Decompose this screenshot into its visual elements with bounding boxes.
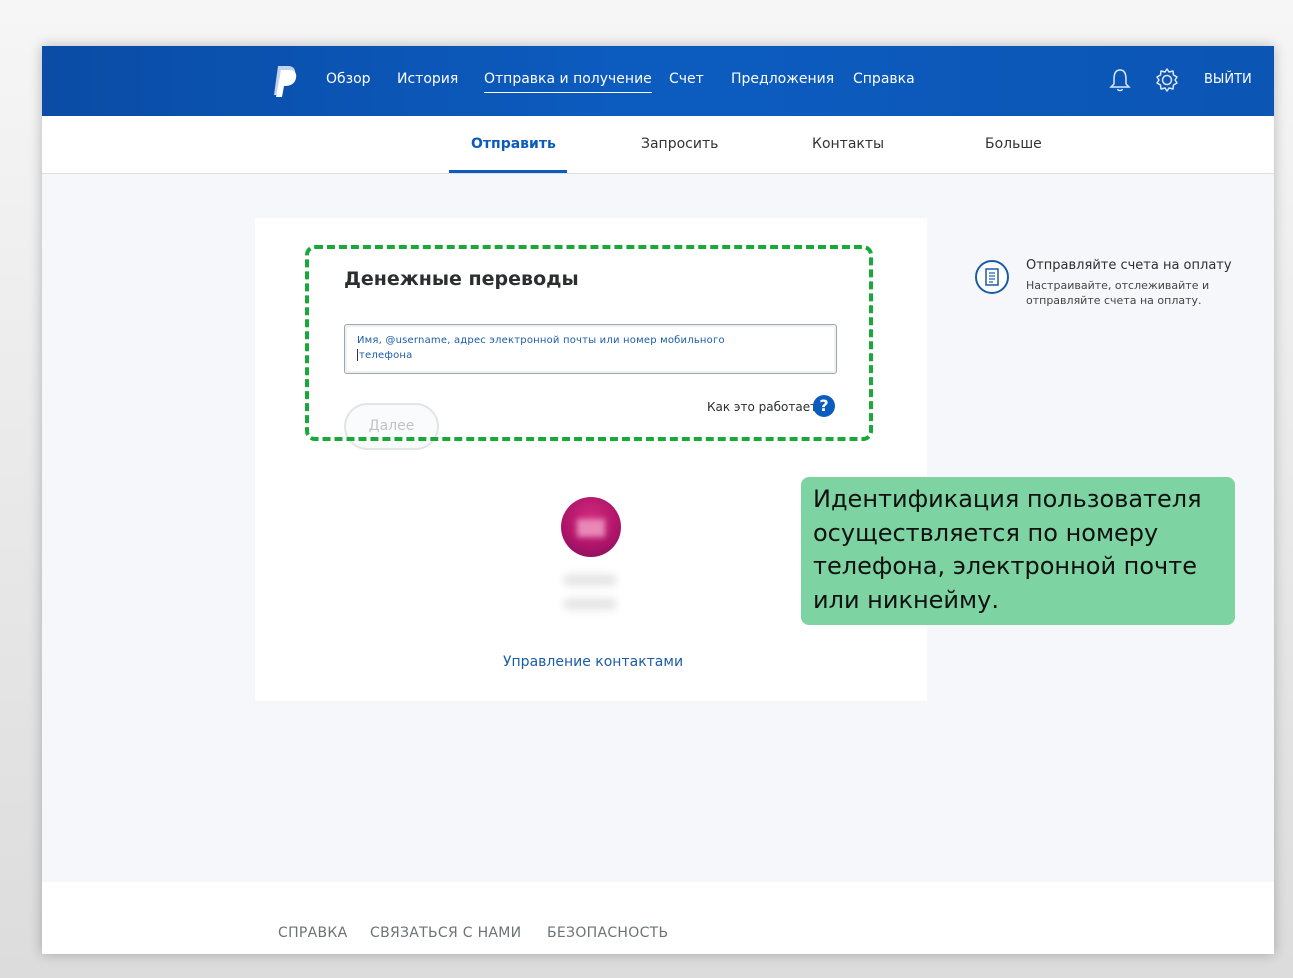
tab-request[interactable]: Запросить xyxy=(641,136,718,152)
paypal-page: Обзор История Отправка и получение Счет … xyxy=(42,46,1274,954)
avatar-blurred-initials xyxy=(577,519,605,537)
nav-item-history[interactable]: История xyxy=(397,71,458,87)
annotation-callout: Идентификация пользователя осуществляетс… xyxy=(801,477,1235,625)
invoice-promo-description: Настраивайте, отслеживайте и отправляйте… xyxy=(1026,279,1210,307)
paypal-logo[interactable] xyxy=(272,64,298,98)
logout-link[interactable]: ВЫЙТИ xyxy=(1204,72,1252,87)
tab-more[interactable]: Больше xyxy=(985,136,1042,152)
contact-name-blurred xyxy=(563,574,617,586)
sub-navigation-bar: Отправить Запросить Контакты Больше xyxy=(42,116,1274,174)
manage-contacts-link[interactable]: Управление контактами xyxy=(503,654,683,670)
bell-icon[interactable] xyxy=(1107,67,1133,93)
nav-item-overview[interactable]: Обзор xyxy=(326,71,371,87)
footer-link-security[interactable]: БЕЗОПАСНОСТЬ xyxy=(547,925,668,941)
invoice-promo-title: Отправляйте счета на оплату xyxy=(1026,258,1232,273)
tab-contacts[interactable]: Контакты xyxy=(812,136,884,152)
nav-item-send-receive[interactable]: Отправка и получение xyxy=(484,71,652,93)
invoice-icon xyxy=(975,260,1009,294)
footer-link-help[interactable]: СПРАВКА xyxy=(278,925,348,941)
nav-item-offers[interactable]: Предложения xyxy=(731,71,834,87)
tab-send[interactable]: Отправить xyxy=(471,136,556,152)
contact-detail-blurred xyxy=(563,598,617,610)
contact-avatar[interactable] xyxy=(561,497,621,557)
active-tab-indicator xyxy=(449,170,567,173)
invoice-icon-glyph xyxy=(985,268,999,286)
nav-item-help[interactable]: Справка xyxy=(853,71,915,87)
gear-icon[interactable] xyxy=(1154,67,1180,93)
send-money-card: Денежные переводы Имя, @username, адрес … xyxy=(255,218,927,701)
highlight-dashed-frame xyxy=(305,245,873,441)
top-navigation-bar: Обзор История Отправка и получение Счет … xyxy=(42,46,1274,116)
nav-item-account[interactable]: Счет xyxy=(669,71,704,87)
footer: СПРАВКА СВЯЗАТЬСЯ С НАМИ БЕЗОПАСНОСТЬ xyxy=(42,882,1274,954)
footer-link-contact-us[interactable]: СВЯЗАТЬСЯ С НАМИ xyxy=(370,925,521,941)
